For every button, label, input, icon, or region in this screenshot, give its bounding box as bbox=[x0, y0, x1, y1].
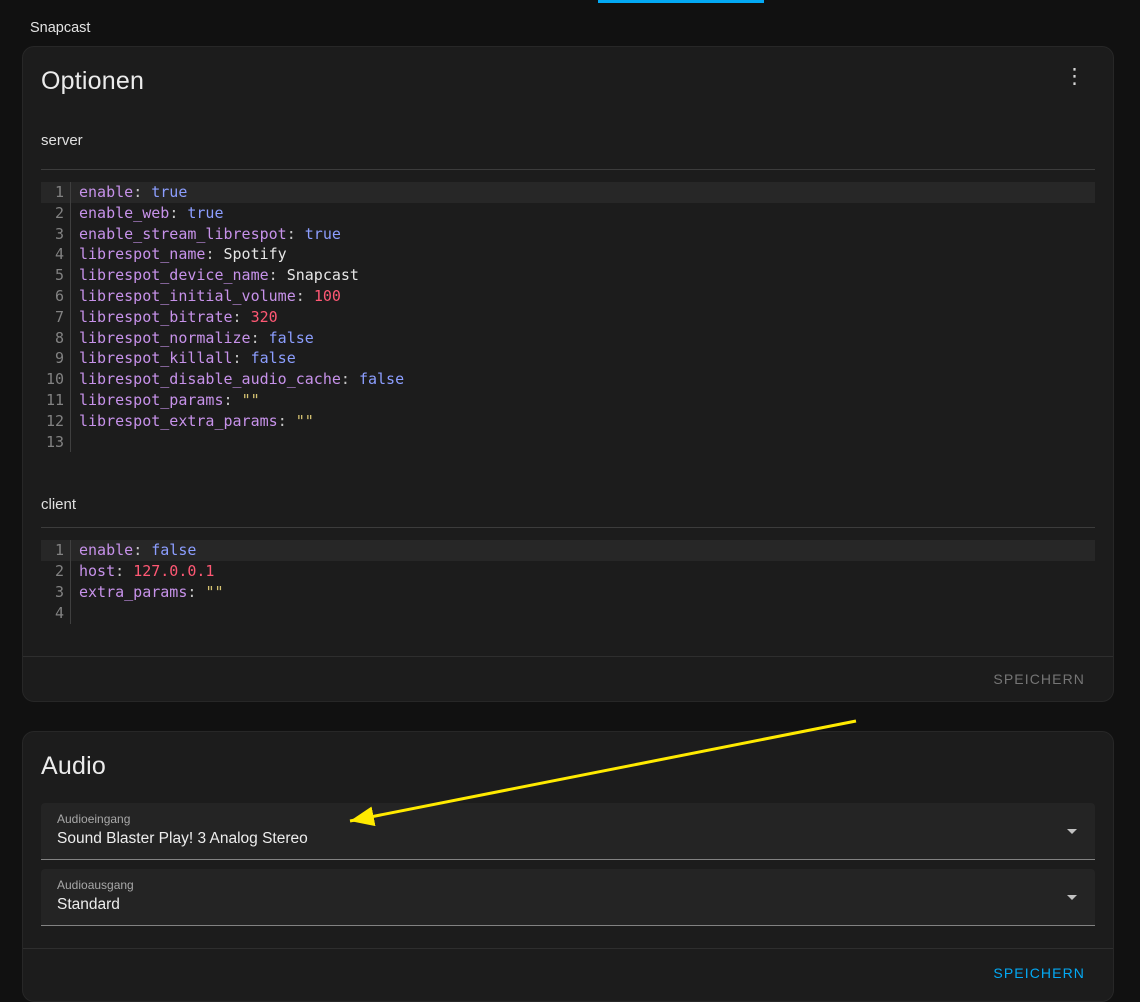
audio-output-select[interactable]: Audioausgang Standard bbox=[41, 869, 1095, 926]
code-line-text: host: 127.0.0.1 bbox=[71, 561, 1095, 582]
kebab-menu-icon[interactable]: ⋮ bbox=[1056, 61, 1093, 92]
line-number: 6 bbox=[41, 286, 71, 307]
audio-card: Audio Audioeingang Sound Blaster Play! 3… bbox=[22, 731, 1114, 1002]
line-number: 4 bbox=[41, 603, 71, 624]
code-line-text: enable_stream_librespot: true bbox=[71, 224, 1095, 245]
line-number: 7 bbox=[41, 307, 71, 328]
code-line[interactable]: 3enable_stream_librespot: true bbox=[41, 224, 1095, 245]
code-line-text: librespot_device_name: Snapcast bbox=[71, 265, 1095, 286]
line-number: 13 bbox=[41, 432, 71, 453]
yaml-editor-server[interactable]: 1enable: true2enable_web: true3enable_st… bbox=[41, 169, 1095, 460]
code-line[interactable]: 9librespot_killall: false bbox=[41, 348, 1095, 369]
line-number: 8 bbox=[41, 328, 71, 349]
line-number: 10 bbox=[41, 369, 71, 390]
options-card: Optionen ⋮ server 1enable: true2enable_w… bbox=[22, 46, 1114, 702]
code-line-text: extra_params: "" bbox=[71, 582, 1095, 603]
dropdown-arrow-icon bbox=[1067, 895, 1077, 900]
code-line[interactable]: 1enable: false bbox=[41, 540, 1095, 561]
line-number: 9 bbox=[41, 348, 71, 369]
audio-input-select[interactable]: Audioeingang Sound Blaster Play! 3 Analo… bbox=[41, 803, 1095, 860]
code-line[interactable]: 2enable_web: true bbox=[41, 203, 1095, 224]
code-line-text: librespot_extra_params: "" bbox=[71, 411, 1095, 432]
yaml-editor-client[interactable]: 1enable: false2host: 127.0.0.13extra_par… bbox=[41, 527, 1095, 631]
code-line-text: enable: false bbox=[71, 540, 1095, 561]
line-number: 11 bbox=[41, 390, 71, 411]
section-label-client: client bbox=[41, 496, 1095, 513]
audio-output-value: Standard bbox=[57, 896, 120, 914]
code-line-text: librespot_name: Spotify bbox=[71, 244, 1095, 265]
line-number: 4 bbox=[41, 244, 71, 265]
code-line[interactable]: 12librespot_extra_params: "" bbox=[41, 411, 1095, 432]
code-line[interactable]: 13 bbox=[41, 432, 1095, 453]
code-line[interactable]: 4librespot_name: Spotify bbox=[41, 244, 1095, 265]
line-number: 1 bbox=[41, 540, 71, 561]
code-line-text: librespot_disable_audio_cache: false bbox=[71, 369, 1095, 390]
code-line-text: enable: true bbox=[71, 182, 1095, 203]
line-number: 2 bbox=[41, 561, 71, 582]
code-line[interactable]: 11librespot_params: "" bbox=[41, 390, 1095, 411]
line-number: 12 bbox=[41, 411, 71, 432]
code-line[interactable]: 1enable: true bbox=[41, 182, 1095, 203]
code-line[interactable]: 7librespot_bitrate: 320 bbox=[41, 307, 1095, 328]
code-line[interactable]: 6librespot_initial_volume: 100 bbox=[41, 286, 1095, 307]
line-number: 3 bbox=[41, 224, 71, 245]
code-line[interactable]: 8librespot_normalize: false bbox=[41, 328, 1095, 349]
code-line-text: enable_web: true bbox=[71, 203, 1095, 224]
breadcrumb: Snapcast bbox=[0, 0, 1140, 36]
code-line[interactable]: 5librespot_device_name: Snapcast bbox=[41, 265, 1095, 286]
audio-output-label: Audioausgang bbox=[57, 878, 134, 892]
code-line-text: librespot_normalize: false bbox=[71, 328, 1095, 349]
options-card-title: Optionen bbox=[41, 67, 1095, 96]
dropdown-arrow-icon bbox=[1067, 829, 1077, 834]
code-line-text bbox=[71, 432, 1095, 453]
code-line-text: librespot_params: "" bbox=[71, 390, 1095, 411]
code-line[interactable]: 3extra_params: "" bbox=[41, 582, 1095, 603]
line-number: 5 bbox=[41, 265, 71, 286]
code-line[interactable]: 10librespot_disable_audio_cache: false bbox=[41, 369, 1095, 390]
audio-input-value: Sound Blaster Play! 3 Analog Stereo bbox=[57, 830, 308, 848]
audio-input-label: Audioeingang bbox=[57, 812, 130, 826]
code-line-text: librespot_initial_volume: 100 bbox=[71, 286, 1095, 307]
section-label-server: server bbox=[41, 132, 1095, 149]
code-line-text bbox=[71, 603, 1095, 624]
code-line[interactable]: 2host: 127.0.0.1 bbox=[41, 561, 1095, 582]
active-tab-indicator bbox=[598, 0, 764, 3]
save-audio-button[interactable]: SPEICHERN bbox=[985, 959, 1093, 987]
line-number: 1 bbox=[41, 182, 71, 203]
line-number: 3 bbox=[41, 582, 71, 603]
audio-card-title: Audio bbox=[41, 752, 1095, 781]
line-number: 2 bbox=[41, 203, 71, 224]
code-line-text: librespot_bitrate: 320 bbox=[71, 307, 1095, 328]
code-line[interactable]: 4 bbox=[41, 603, 1095, 624]
save-options-button[interactable]: SPEICHERN bbox=[985, 665, 1093, 693]
code-line-text: librespot_killall: false bbox=[71, 348, 1095, 369]
